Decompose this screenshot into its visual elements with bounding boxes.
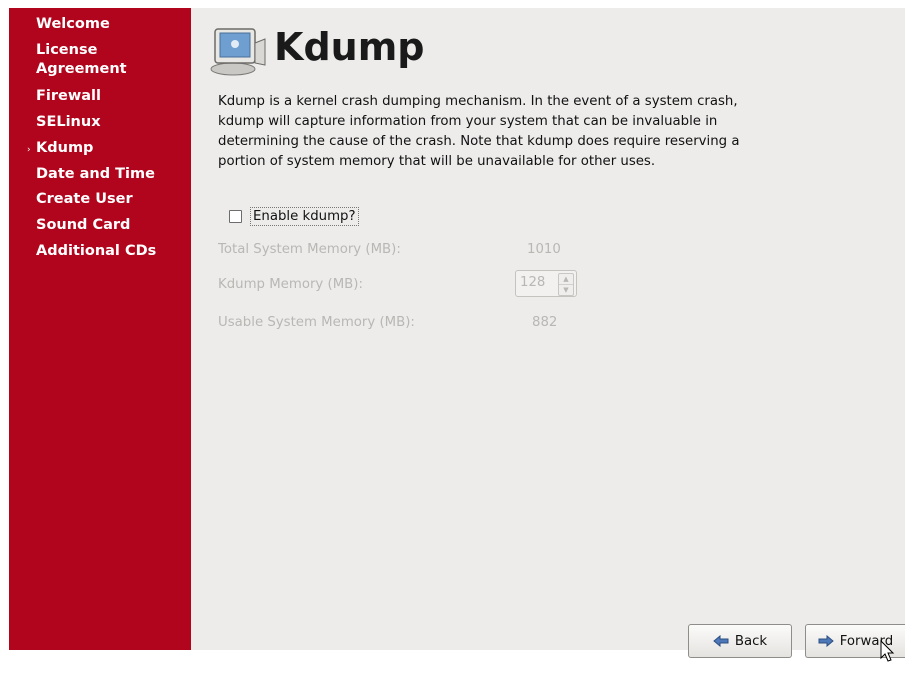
mouse-cursor-icon: [880, 640, 895, 662]
sidebar-item-firewall: Firewall: [36, 88, 101, 104]
enable-kdump-label[interactable]: Enable kdump?: [250, 206, 359, 226]
computer-kdump-icon: [210, 28, 266, 76]
checkbox-box[interactable]: [229, 209, 242, 223]
total-memory-value: 1010: [527, 242, 561, 257]
sidebar-item-sound-card: Sound Card: [36, 217, 131, 233]
back-arrow-icon: [713, 635, 729, 647]
sidebar-item-welcome: Welcome: [36, 16, 110, 32]
description-text: Kdump is a kernel crash dumping mechanis…: [218, 94, 740, 169]
usable-memory-label: Usable System Memory (MB):: [218, 315, 415, 330]
sidebar-item-additional-cds: Additional CDs: [36, 243, 157, 259]
kdump-memory-spinbox[interactable]: 128 ▲ ▼: [515, 270, 577, 297]
spin-buttons[interactable]: ▲ ▼: [558, 273, 574, 296]
sidebar-item-date-time: Date and Time: [36, 166, 155, 182]
spin-down-icon[interactable]: ▼: [559, 284, 573, 295]
spin-up-icon[interactable]: ▲: [559, 274, 573, 284]
sidebar-item-license: License: [36, 42, 98, 58]
total-memory-label: Total System Memory (MB):: [218, 242, 401, 257]
forward-arrow-icon: [818, 635, 834, 647]
page-title: Kdump: [274, 25, 425, 69]
active-arrow-icon: ›: [27, 145, 31, 155]
kdump-memory-label: Kdump Memory (MB):: [218, 277, 363, 292]
sidebar-item-kdump: Kdump: [36, 140, 94, 156]
sidebar-item-create-user: Create User: [36, 191, 133, 207]
kdump-memory-value[interactable]: 128: [520, 275, 545, 290]
sidebar: Welcome License Agreement Firewall SELin…: [9, 8, 191, 650]
main-panel: Kdump Kdump is a kernel crash dumping me…: [191, 8, 905, 650]
enable-kdump-checkbox[interactable]: Enable kdump?: [229, 206, 359, 226]
sidebar-item-selinux: SELinux: [36, 114, 101, 130]
back-button[interactable]: Back: [688, 624, 792, 658]
sidebar-item-agreement: Agreement: [36, 61, 127, 77]
back-button-label[interactable]: Back: [735, 634, 767, 649]
usable-memory-value: 882: [532, 315, 558, 330]
